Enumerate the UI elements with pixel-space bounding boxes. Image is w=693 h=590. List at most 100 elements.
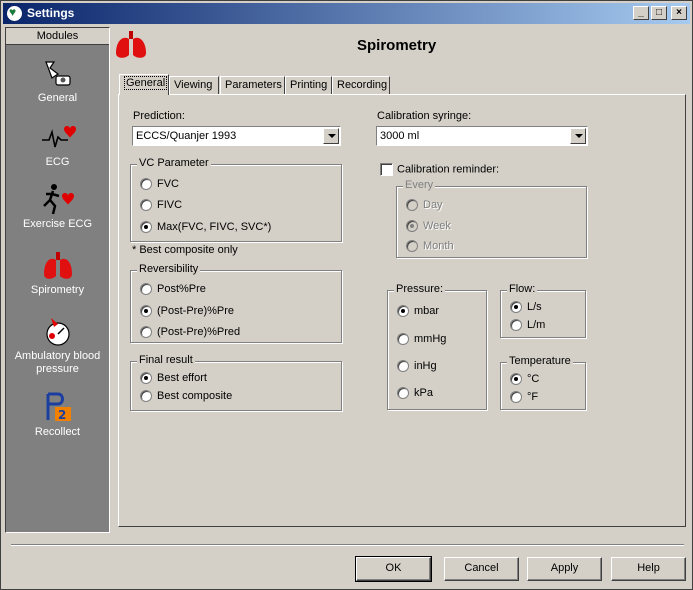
ecg-icon [40,120,76,156]
radio-indicator [140,283,152,296]
sidebar-item-ambulatory-bp[interactable]: Ambulatory blood pressure [6,314,109,376]
window-title: Settings [27,6,75,20]
tab-recording[interactable]: Recording [332,76,390,94]
modules-sidebar: Modules General ECG Exercise ECG Spirome… [5,27,110,533]
reminder-radio-week[interactable]: Week [406,220,451,234]
modules-header: Modules [6,28,109,45]
sidebar-item-label: General [37,92,78,104]
radio-label: Month [423,240,454,252]
ok-button[interactable]: OK [355,556,432,582]
sidebar-item-label: Ambulatory blood pressure [14,350,101,375]
radio-label: inHg [414,360,437,372]
reversibility-radio-postpre-pre[interactable]: (Post-Pre)%Pre [140,305,234,319]
pressure-group: Pressure: mbar mmHg inHg kPa [387,283,487,410]
final-result-group: Final result Best effort Best composite [130,354,342,411]
reversibility-group: Reversibility Post%Pre (Post-Pre)%Pre (P… [130,263,342,343]
general-icon [40,56,76,92]
prediction-select[interactable]: ECCS/Quanjer 1993 [132,126,341,146]
pressure-legend: Pressure: [394,283,446,295]
reversibility-legend: Reversibility [137,263,201,275]
vc-parameter-group: VC Parameter FVC FIVC Max(FVC, FIVC, SVC… [130,157,342,242]
sidebar-item-label: Exercise ECG [22,218,93,230]
radio-indicator [397,305,409,318]
sidebar-item-exercise-ecg[interactable]: Exercise ECG [6,182,109,231]
apply-button[interactable]: Apply [527,557,602,581]
sidebar-item-recollect[interactable]: 2 Recollect [6,390,109,439]
radio-label: Best effort [157,372,207,384]
reminder-radio-day[interactable]: Day [406,199,443,213]
sidebar-item-spirometry[interactable]: Spirometry [6,248,109,297]
radio-indicator [140,178,152,191]
radio-indicator [510,391,522,404]
radio-label: Day [423,199,443,211]
calibration-syringe-select[interactable]: 3000 ml [376,126,588,146]
help-button[interactable]: Help [611,557,686,581]
tab-label: General [124,76,168,90]
radio-label: mmHg [414,333,447,345]
sidebar-item-general[interactable]: General [6,56,109,105]
calibration-reminder-checkbox[interactable]: Calibration reminder: [380,163,499,176]
every-group: Every Day Week Month [396,179,587,258]
page-title: Spirometry [357,37,437,54]
minimize-button[interactable]: _ [633,6,649,20]
temperature-radio-c[interactable]: °C [510,373,539,387]
flow-legend: Flow: [507,283,538,295]
reversibility-radio-postpre-pred[interactable]: (Post-Pre)%Pred [140,326,240,340]
radio-label: FVC [157,178,179,190]
cancel-button[interactable]: Cancel [444,557,519,581]
tab-viewing[interactable]: Viewing [169,76,219,94]
tab-general[interactable]: General [119,74,169,95]
final-result-radio-best-effort[interactable]: Best effort [140,372,207,386]
radio-indicator [406,199,418,212]
radio-label: Week [423,220,451,232]
radio-label: L/s [527,301,542,313]
checkbox-indicator [380,163,393,176]
calibration-reminder-label: Calibration reminder: [397,163,500,176]
sidebar-item-ecg[interactable]: ECG [6,120,109,169]
reminder-radio-month[interactable]: Month [406,240,454,254]
vc-radio-max[interactable]: Max(FVC, FIVC, SVC*) [140,221,271,235]
title-bar[interactable]: Settings _ □ × [3,3,690,24]
radio-label: kPa [414,387,433,399]
chevron-down-icon[interactable] [323,128,339,144]
radio-label: Max(FVC, FIVC, SVC*) [157,221,272,233]
lungs-icon [113,29,149,61]
radio-label: L/m [527,319,546,331]
radio-indicator [406,240,418,253]
radio-label: FIVC [157,199,183,211]
reversibility-radio-post-pre[interactable]: Post%Pre [140,283,206,297]
radio-indicator [140,305,152,318]
radio-label: (Post-Pre)%Pred [157,326,241,338]
footer-divider [11,544,684,546]
chevron-down-icon[interactable] [570,128,586,144]
vc-radio-fvc[interactable]: FVC [140,178,179,192]
vc-parameter-legend: VC Parameter [137,157,211,169]
flow-radio-lm[interactable]: L/m [510,319,545,333]
radio-indicator [397,333,409,346]
vc-radio-fivc[interactable]: FIVC [140,199,182,213]
blood-pressure-icon [40,314,76,350]
radio-indicator [406,220,418,233]
exercise-ecg-icon [40,182,76,218]
pressure-radio-inhg[interactable]: inHg [397,360,437,374]
temperature-radio-f[interactable]: °F [510,391,538,405]
pressure-radio-mmhg[interactable]: mmHg [397,333,446,347]
close-button[interactable]: × [671,6,687,20]
calibration-syringe-value: 3000 ml [380,130,420,142]
radio-indicator [510,301,522,314]
svg-text:2: 2 [58,408,66,422]
radio-indicator [140,199,152,212]
prediction-value: ECCS/Quanjer 1993 [136,130,237,142]
radio-indicator [140,390,152,403]
radio-indicator [140,326,152,339]
final-result-radio-best-composite[interactable]: Best composite [140,390,232,404]
tab-printing[interactable]: Printing [285,76,332,94]
pressure-radio-kpa[interactable]: kPa [397,387,433,401]
radio-label: °F [527,391,539,403]
sidebar-item-label: Recollect [34,426,81,438]
radio-indicator [510,373,522,386]
flow-radio-ls[interactable]: L/s [510,301,542,315]
pressure-radio-mbar[interactable]: mbar [397,305,439,319]
tab-parameters[interactable]: Parameters [220,76,285,94]
maximize-button[interactable]: □ [651,6,667,20]
